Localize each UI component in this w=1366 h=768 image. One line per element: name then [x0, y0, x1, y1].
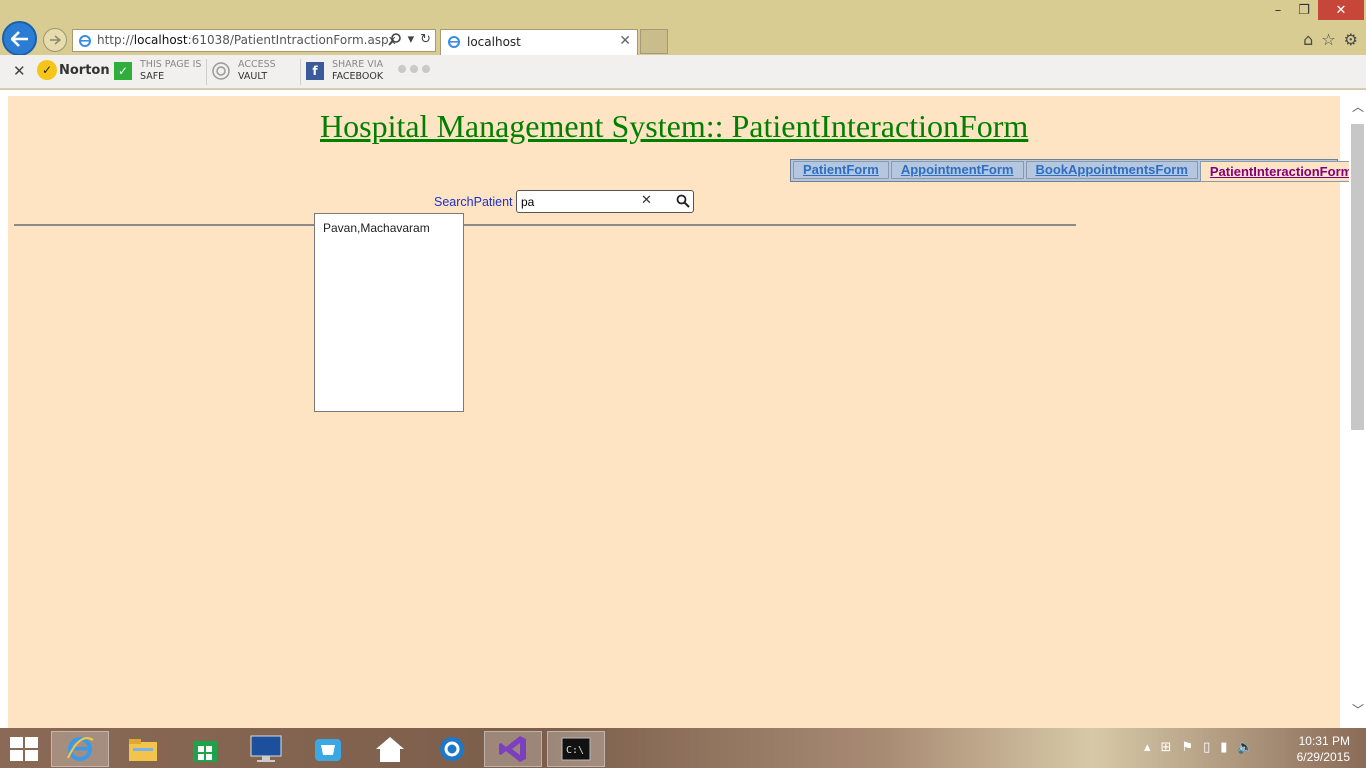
home-app-icon[interactable]: [361, 731, 419, 767]
norton-toolbar: ✕ ✓ Norton ✓ THIS PAGE IS SAFE ACCESS VAUL…: [0, 55, 1366, 89]
close-tab-icon[interactable]: ✕: [619, 33, 631, 49]
taskbar-clock[interactable]: 10:31 PM 6/29/2015: [1292, 733, 1350, 765]
browser-viewport: Hospital Management System:: PatientInte…: [0, 90, 1366, 728]
ie-tab-icon: [447, 35, 461, 52]
action-center-flag-icon[interactable]: ⚑: [1181, 740, 1193, 755]
search-patient-input[interactable]: [521, 193, 631, 210]
clear-search-icon[interactable]: ✕: [641, 193, 652, 208]
browser-titlebar: http://localhost:61038/PatientIntraction…: [0, 0, 1366, 56]
close-toolbar-icon[interactable]: ✕: [13, 62, 26, 80]
tab-localhost[interactable]: localhost ✕: [440, 29, 638, 55]
norton-check-icon: ✓: [37, 60, 57, 80]
home-icon[interactable]: ⌂: [1303, 30, 1313, 49]
menu-item-patientform[interactable]: PatientForm: [793, 161, 889, 179]
favorites-star-icon[interactable]: ☆: [1321, 30, 1335, 49]
menu-item-patientinteractionform[interactable]: PatientInteractionForm: [1199, 161, 1363, 182]
menu-item-appointmentform[interactable]: AppointmentForm: [890, 161, 1024, 179]
share-facebook-button[interactable]: f SHARE VIA FACEBOOK: [306, 59, 383, 83]
search-patient-label: SearchPatient: [434, 195, 513, 209]
close-window-button[interactable]: ✕: [1318, 0, 1364, 20]
scroll-thumb[interactable]: [1351, 124, 1364, 430]
store-icon[interactable]: [176, 731, 234, 767]
scroll-down-icon[interactable]: ﹀: [1352, 701, 1364, 718]
autocomplete-item[interactable]: Pavan,Machavaram: [323, 221, 430, 235]
settings-gear-icon[interactable]: ⚙: [1344, 30, 1358, 49]
facebook-icon: f: [306, 62, 324, 80]
lenovo-icon[interactable]: [237, 731, 295, 767]
minimize-button[interactable]: –: [1265, 0, 1291, 20]
battery-icon[interactable]: ▯: [1203, 740, 1210, 755]
horizontal-divider: [14, 224, 1076, 226]
safe-web-indicator[interactable]: ✓ THIS PAGE IS SAFE: [114, 59, 201, 83]
clock-date: 6/29/2015: [1296, 750, 1350, 764]
restore-button[interactable]: ❐: [1291, 0, 1317, 20]
access-vault-button[interactable]: ACCESS VAULT: [212, 59, 276, 83]
scroll-up-icon[interactable]: ︿: [1352, 98, 1364, 115]
address-bar[interactable]: http://localhost:61038/PatientIntraction…: [72, 29, 436, 52]
dropdown-icon[interactable]: ▾: [408, 32, 415, 50]
autocomplete-dropdown: Pavan,Machavaram: [314, 213, 464, 412]
clock-time: 10:31 PM: [1298, 734, 1350, 748]
show-hidden-icons-icon[interactable]: ▴: [1144, 740, 1151, 755]
menu-item-bookappointmentsform[interactable]: BookAppointmentsForm: [1025, 161, 1198, 179]
svg-text:C:\: C:\: [566, 745, 584, 756]
more-options-icon[interactable]: [398, 65, 430, 73]
internet-explorer-icon[interactable]: [51, 731, 109, 767]
network-icon[interactable]: ▮: [1220, 740, 1227, 755]
arrow-left-icon: [10, 30, 28, 47]
search-icon[interactable]: [676, 194, 690, 211]
vertical-scrollbar[interactable]: ︿ ﹀: [1349, 90, 1366, 728]
windows-flag-icon[interactable]: ⊞: [1161, 740, 1172, 755]
start-button[interactable]: [10, 737, 38, 761]
tab-title: localhost: [467, 35, 521, 49]
nav-menu: PatientForm AppointmentForm BookAppointm…: [790, 159, 1363, 182]
volume-muted-icon[interactable]: 🔈: [1237, 740, 1253, 755]
refresh-icon[interactable]: ↻: [420, 32, 431, 50]
search-icon[interactable]: [387, 32, 402, 50]
back-button[interactable]: [2, 21, 37, 56]
page-body: Hospital Management System:: PatientInte…: [8, 96, 1363, 728]
new-tab-button[interactable]: [640, 29, 668, 54]
visual-studio-icon[interactable]: [484, 731, 542, 767]
vault-icon: [212, 62, 230, 80]
ie-page-icon: [78, 34, 92, 51]
safe-check-icon: ✓: [114, 62, 132, 80]
browser-alt-icon[interactable]: [423, 731, 481, 767]
search-patient-box: ✕: [516, 190, 694, 213]
arrow-right-icon: [50, 35, 61, 45]
url-text: http://localhost:61038/PatientIntraction…: [97, 33, 396, 47]
page-title: Hospital Management System:: PatientInte…: [320, 108, 1029, 144]
windows-taskbar: C:\ ▴ ⊞ ⚑ ▯ ▮ 🔈 10:31 PM 6/29/2015: [0, 728, 1366, 768]
forward-button[interactable]: [43, 28, 67, 52]
file-explorer-icon[interactable]: [114, 731, 172, 767]
mail-icon[interactable]: [299, 731, 357, 767]
command-prompt-icon[interactable]: C:\: [547, 731, 605, 767]
norton-logo[interactable]: ✓ Norton: [37, 60, 110, 80]
